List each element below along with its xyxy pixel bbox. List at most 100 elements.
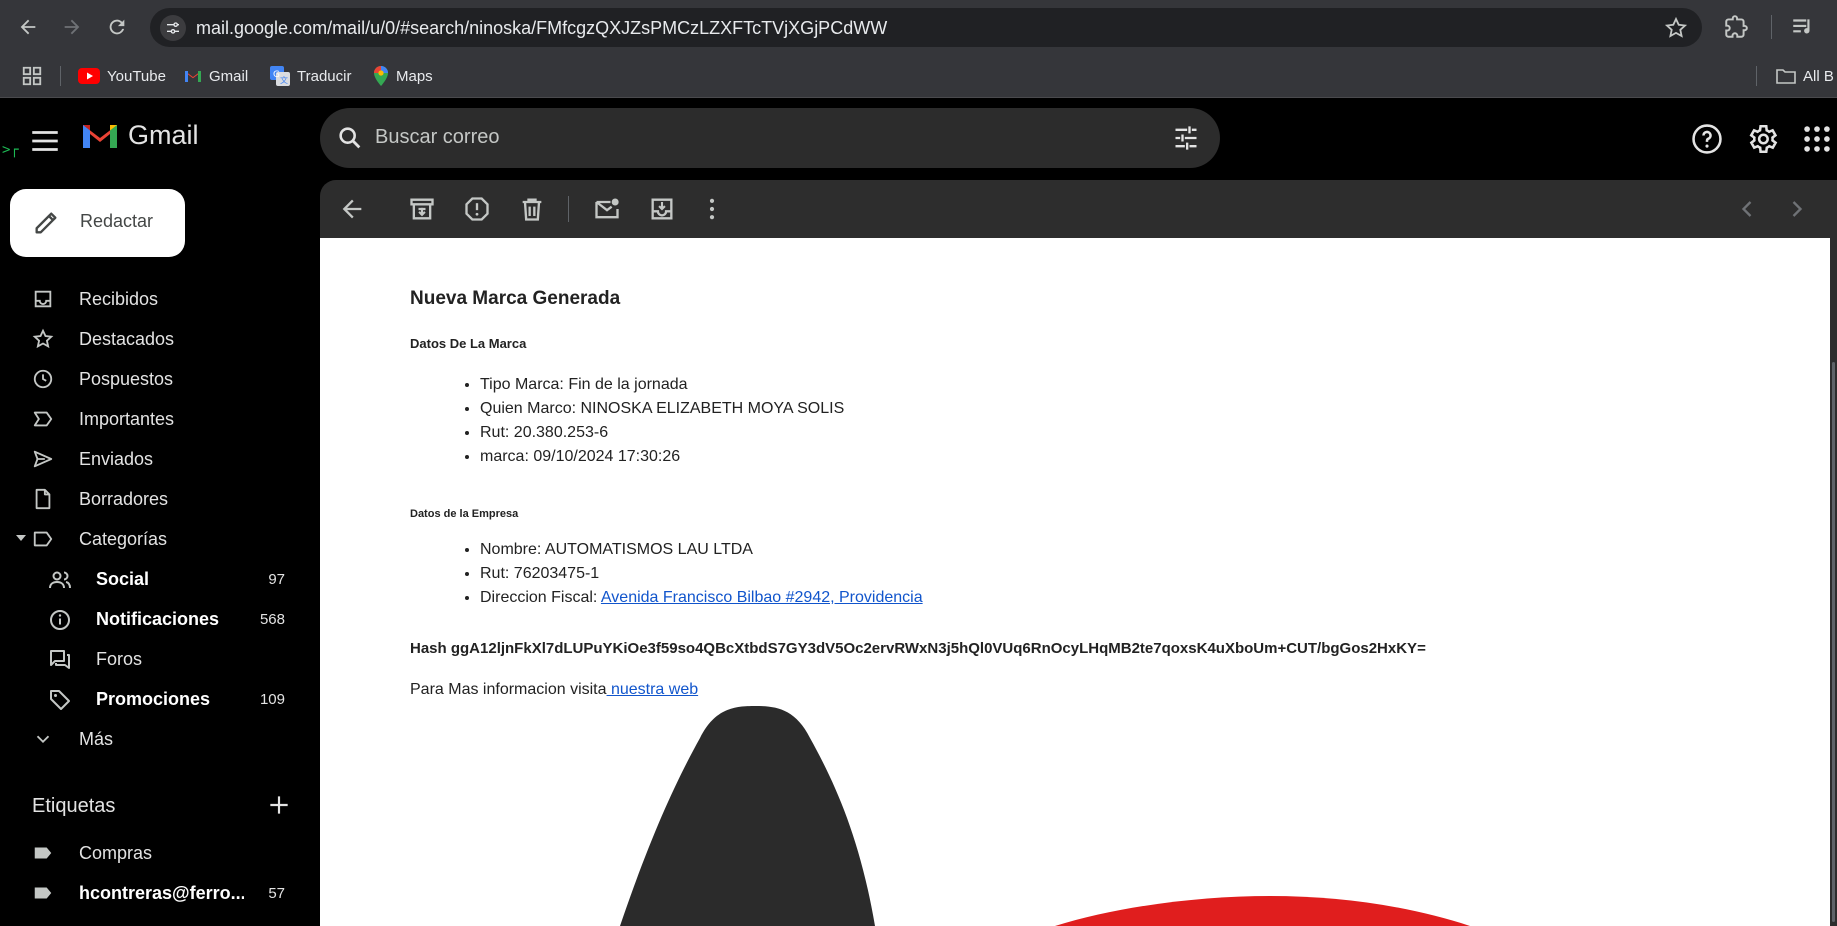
sidebar-label-compras[interactable]: Compras	[0, 833, 320, 873]
sidebar-item-label: Recibidos	[79, 289, 159, 309]
apps-grid-icon[interactable]	[21, 65, 43, 87]
move-to-icon[interactable]	[648, 195, 676, 223]
sidebar-item-notifications[interactable]: Notificaciones 568	[0, 599, 320, 639]
sidebar-item-label: Promociones	[96, 689, 211, 709]
mark-unread-icon[interactable]	[593, 195, 621, 223]
bookmark-maps[interactable]: Maps	[373, 63, 433, 89]
search-placeholder[interactable]: Buscar correo	[375, 126, 500, 149]
gmail-logo[interactable]: Gmail	[80, 120, 199, 151]
list-item-address: Direccion Fiscal: Avenida Francisco Bilb…	[480, 586, 923, 610]
collapse-caret-icon[interactable]	[16, 535, 26, 541]
older-message-icon[interactable]	[1783, 195, 1811, 223]
labels-heading: Etiquetas	[32, 795, 116, 817]
message-body: Nueva Marca Generada Datos De La Marca T…	[320, 238, 1830, 926]
settings-gear-icon[interactable]	[1745, 122, 1779, 156]
sidebar-item-label: Enviados	[79, 449, 154, 469]
bookmark-star-icon[interactable]	[1664, 16, 1688, 40]
more-info-text: Para Mas informacion visita	[410, 681, 607, 698]
address-bar[interactable]: mail.google.com/mail/u/0/#search/ninoska…	[150, 8, 1702, 47]
gmail-app: >┌ Gmail Buscar correo Redactar Recibido…	[0, 98, 1837, 926]
website-link[interactable]: nuestra web	[607, 681, 698, 698]
sidebar-item-inbox[interactable]: Recibidos	[0, 279, 320, 319]
unread-count: 109	[259, 691, 285, 708]
message-toolbar	[320, 180, 1837, 238]
sidebar-item-promotions[interactable]: Promociones 109	[0, 679, 320, 719]
hash-text: Hash ggA12ljnFkXl7dLUPuYKiOe3f59so4QBcXt…	[410, 640, 1426, 657]
forward-icon[interactable]	[57, 12, 87, 42]
sidebar-item-important[interactable]: Importantes	[0, 399, 320, 439]
list-item: Tipo Marca: Fin de la jornada	[480, 373, 844, 397]
reload-icon[interactable]	[102, 12, 132, 42]
chevron-down-icon	[36, 735, 50, 744]
maps-icon	[374, 66, 388, 86]
archive-icon[interactable]	[408, 195, 436, 223]
sidebar-item-label: Pospuestos	[79, 369, 174, 389]
sidebar-item-label: hcontreras@ferro...	[79, 883, 244, 903]
unread-count: 57	[268, 885, 285, 902]
back-icon[interactable]	[13, 12, 43, 42]
gmail-m-icon	[83, 124, 117, 148]
pencil-icon	[35, 212, 57, 234]
sidebar-item-label: Social	[96, 569, 150, 589]
inbox-icon	[34, 290, 52, 308]
clock-icon	[33, 369, 53, 389]
sidebar-item-sent[interactable]: Enviados	[0, 439, 320, 479]
svg-text:文: 文	[280, 75, 288, 85]
send-icon	[33, 450, 53, 468]
search-icon[interactable]	[336, 124, 364, 152]
draft-icon	[35, 488, 51, 510]
star-icon	[32, 328, 54, 349]
google-apps-icon[interactable]	[1800, 122, 1834, 156]
add-label-icon[interactable]	[266, 792, 292, 818]
toolbar-divider	[568, 196, 569, 222]
sidebar-item-label: Importantes	[79, 409, 175, 429]
extensions-icon[interactable]	[1723, 14, 1749, 40]
bookmark-gmail[interactable]: Gmail	[184, 63, 248, 89]
bookmarks-bar: YouTube Gmail G文 Traducir Maps All B	[0, 54, 1837, 98]
compose-button[interactable]: Redactar	[10, 189, 185, 257]
tag-icon	[50, 690, 70, 710]
sidebar-item-forums[interactable]: Foros	[0, 639, 320, 679]
search-options-icon[interactable]	[1172, 124, 1200, 152]
bookmark-label: Gmail	[209, 67, 249, 85]
sidebar-label-hcontreras[interactable]: hcontreras@ferro... 57	[0, 873, 320, 913]
help-icon[interactable]	[1690, 122, 1724, 156]
sidebar-item-snoozed[interactable]: Pospuestos	[0, 359, 320, 399]
browser-toolbar: mail.google.com/mail/u/0/#search/ninoska…	[0, 0, 1837, 54]
sidebar-item-social[interactable]: Social 97	[0, 559, 320, 599]
delete-icon[interactable]	[518, 195, 546, 223]
list-item: marca: 09/10/2024 17:30:26	[480, 445, 844, 469]
sidebar-item-label: Categorías	[79, 529, 168, 549]
folder-icon	[1776, 69, 1796, 84]
more-info: Para Mas informacion visita nuestra web	[410, 681, 698, 699]
list-item: Quien Marco: NINOSKA ELIZABETH MOYA SOLI…	[480, 397, 844, 421]
label-filled-icon	[34, 887, 52, 899]
sidebar-item-label: Borradores	[79, 489, 169, 509]
newer-message-icon[interactable]	[1733, 195, 1761, 223]
back-to-list-icon[interactable]	[338, 195, 366, 223]
main-menu-icon[interactable]	[28, 124, 62, 158]
sidebar-item-more[interactable]: Más	[0, 719, 320, 759]
sidebar-item-categories[interactable]: Categorías	[0, 519, 320, 559]
site-info-icon[interactable]	[160, 15, 186, 41]
address-link[interactable]: Avenida Francisco Bilbao #2942, Providen…	[601, 589, 923, 606]
sidebar-item-drafts[interactable]: Borradores	[0, 479, 320, 519]
all-bookmarks[interactable]: All B	[1776, 63, 1834, 89]
cursor-marker: >┌	[2, 142, 19, 158]
media-control-icon[interactable]	[1790, 14, 1816, 40]
report-spam-icon[interactable]	[463, 195, 491, 223]
toolbar-divider	[1771, 15, 1772, 39]
sidebar-item-starred[interactable]: Destacados	[0, 319, 320, 359]
bookmark-label: Maps	[396, 67, 433, 85]
youtube-icon	[78, 68, 100, 84]
svg-text:G: G	[273, 70, 280, 80]
list-item: Nombre: AUTOMATISMOS LAU LTDA	[480, 538, 923, 562]
search-bar[interactable]: Buscar correo	[320, 108, 1220, 168]
url-text[interactable]: mail.google.com/mail/u/0/#search/ninoska…	[196, 18, 887, 39]
bookmark-youtube[interactable]: YouTube	[78, 63, 166, 89]
bookmark-translate[interactable]: G文 Traducir	[270, 63, 351, 89]
message-title: Nueva Marca Generada	[410, 288, 621, 309]
scrollbar-thumb[interactable]	[1832, 362, 1835, 922]
forum-icon	[50, 650, 70, 669]
more-options-icon[interactable]	[698, 195, 726, 223]
